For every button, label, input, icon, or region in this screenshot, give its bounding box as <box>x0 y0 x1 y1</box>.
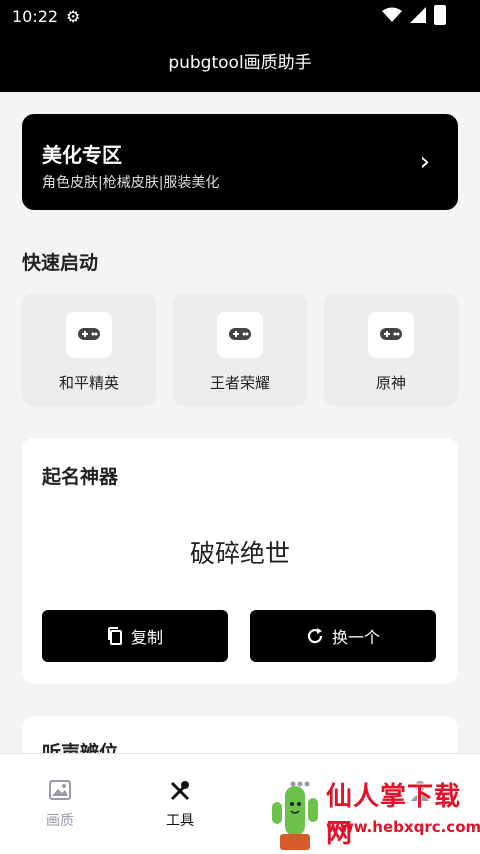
tab-tools[interactable]: 工具 <box>140 780 220 830</box>
wifi-icon <box>382 7 402 22</box>
refresh-icon <box>307 628 323 644</box>
refresh-label: 换一个 <box>331 628 380 647</box>
tools-icon <box>140 780 220 804</box>
quick-launch-item[interactable]: 和平精英 <box>22 294 156 406</box>
quick-launch-label: 王者荣耀 <box>209 374 270 392</box>
watermark-title: 仙人掌下载网 <box>326 782 462 849</box>
app-title-bar: pubgtool画质助手 <box>0 34 480 92</box>
status-bar: 10:22 ⚙ <box>0 0 480 34</box>
refresh-button[interactable]: 换一个 <box>250 610 436 662</box>
tab-quality[interactable]: 画质 <box>20 780 100 830</box>
quick-launch-item[interactable]: 原神 <box>324 294 458 406</box>
app-title: pubgtool画质助手 <box>168 53 312 73</box>
signal-icon <box>410 7 426 23</box>
quick-launch-label: 和平精英 <box>58 374 119 392</box>
banner-title: 美化专区 <box>42 143 122 167</box>
beautify-zone-banner[interactable]: 美化专区 角色皮肤|枪械皮肤|服装美化 › <box>22 114 458 210</box>
quick-launch-label: 原神 <box>375 374 406 392</box>
sound-locate-title: 听声辨位 <box>42 742 119 753</box>
battery-icon <box>434 5 446 25</box>
main-content[interactable]: 美化专区 角色皮肤|枪械皮肤|服装美化 › 快速启动 和平精英 王者荣耀 原神 … <box>0 92 480 753</box>
gamepad-icon <box>368 312 414 358</box>
banner-subtitle: 角色皮肤|枪械皮肤|服装美化 <box>42 175 220 191</box>
settings-gear-icon: ⚙ <box>66 7 81 26</box>
sound-locate-card[interactable]: 听声辨位 <box>22 716 458 753</box>
image-icon <box>20 780 100 804</box>
copy-label: 复制 <box>130 628 163 647</box>
quick-start-title: 快速启动 <box>22 252 99 274</box>
status-icons <box>382 5 446 25</box>
gamepad-icon <box>217 312 263 358</box>
watermark-url: www.hebxqrc.com <box>326 818 480 836</box>
gamepad-icon <box>66 312 112 358</box>
cactus-logo-icon <box>272 786 318 850</box>
tab-quality-label: 画质 <box>46 813 74 829</box>
name-generator-card: 起名神器 破碎绝世 复制 换一个 <box>22 438 458 684</box>
copy-icon <box>107 627 122 645</box>
generated-name: 破碎绝世 <box>189 539 290 568</box>
site-watermark: 仙人掌下载网 www.hebxqrc.com <box>268 776 480 853</box>
name-generator-title: 起名神器 <box>42 466 119 488</box>
chevron-right-icon: › <box>419 147 430 177</box>
copy-button[interactable]: 复制 <box>42 610 228 662</box>
tab-tools-label: 工具 <box>166 813 194 829</box>
status-time: 10:22 <box>12 7 59 26</box>
quick-launch-item[interactable]: 王者荣耀 <box>173 294 307 406</box>
